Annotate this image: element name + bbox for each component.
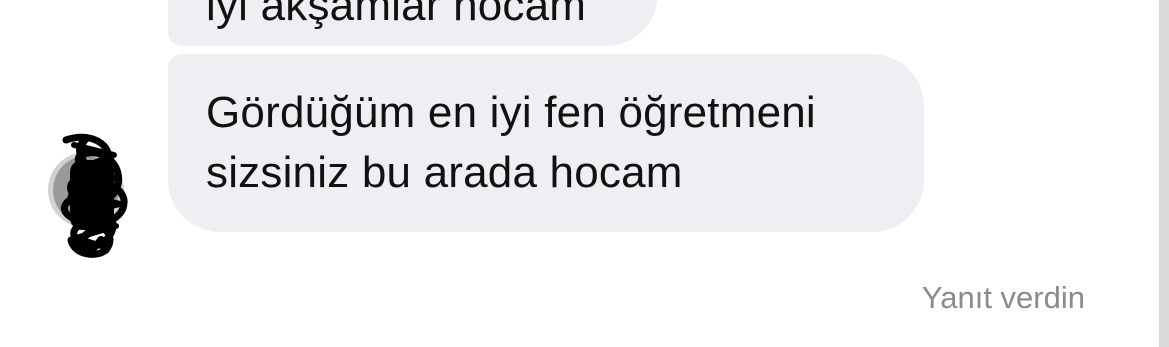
message-bubble[interactable]: Gördüğüm en iyi fen öğretmeni sizsiniz b…: [168, 54, 924, 232]
chat-thread: iyi akşamlar hocam Gördüğüm en iyi fen ö…: [0, 0, 1159, 347]
screen-edge-divider: [1159, 0, 1169, 347]
previous-message-bubble[interactable]: iyi akşamlar hocam: [168, 0, 658, 46]
scribbled-avatar-icon: [48, 133, 128, 258]
reply-status-label: Yanıt verdin: [921, 280, 1085, 315]
previous-message-text: iyi akşamlar hocam: [206, 0, 587, 30]
sender-avatar[interactable]: [46, 130, 132, 260]
message-text-line-1: Gördüğüm en iyi fen öğretmeni: [206, 88, 816, 137]
message-text-line-2: sizsiniz bu arada hocam: [206, 148, 683, 197]
